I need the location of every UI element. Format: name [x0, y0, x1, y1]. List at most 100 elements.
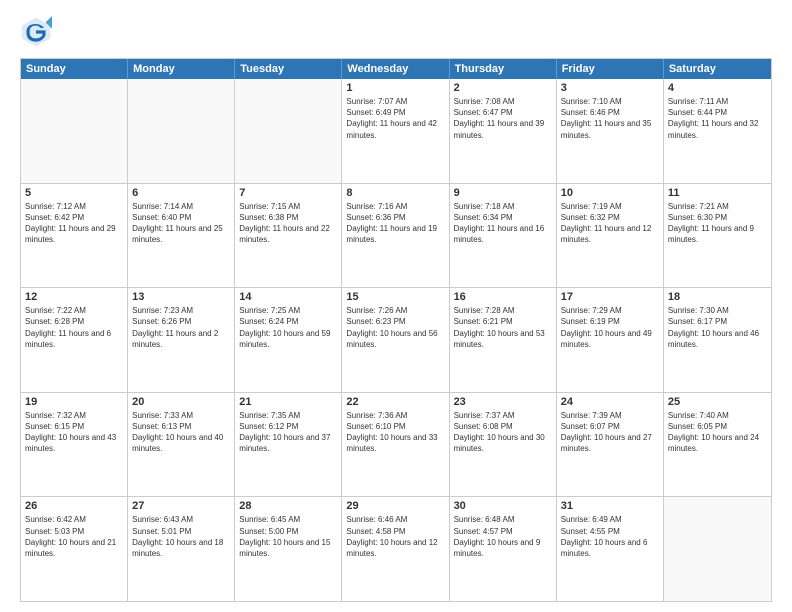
cell-info: Sunrise: 7:14 AMSunset: 6:40 PMDaylight:… — [132, 201, 230, 246]
cell-info: Sunrise: 7:40 AMSunset: 6:05 PMDaylight:… — [668, 410, 767, 455]
day-cell-21: 21Sunrise: 7:35 AMSunset: 6:12 PMDayligh… — [235, 393, 342, 497]
empty-cell — [21, 79, 128, 183]
day-cell-4: 4 Sunrise: 7:11 AMSunset: 6:44 PMDaylight… — [664, 79, 771, 183]
cell-info: Sunrise: 7:10 AMSunset: 6:46 PMDaylight:… — [561, 96, 659, 141]
cell-info: Sunrise: 7:19 AMSunset: 6:32 PMDaylight:… — [561, 201, 659, 246]
day-cell-3: 3 Sunrise: 7:10 AMSunset: 6:46 PMDaylight… — [557, 79, 664, 183]
header-cell-wednesday: Wednesday — [342, 59, 449, 79]
day-cell-31: 31 Sunrise: 6:49 AMSunset: 4:55 PMDayligh… — [557, 497, 664, 601]
day-cell-12: 12 Sunrise: 7:22 AMSunset: 6:28 PMDayligh… — [21, 288, 128, 392]
day-number: 22 — [346, 396, 444, 408]
cell-info: Sunrise: 7:08 AMSunset: 6:47 PMDaylight:… — [454, 96, 552, 141]
day-cell-28: 28Sunrise: 6:45 AMSunset: 5:00 PMDayligh… — [235, 497, 342, 601]
page: SundayMondayTuesdayWednesdayThursdayFrid… — [0, 0, 792, 612]
day-cell-16: 16 Sunrise: 7:28 AMSunset: 6:21 PMDayligh… — [450, 288, 557, 392]
header-cell-sunday: Sunday — [21, 59, 128, 79]
cell-info: Sunrise: 6:46 AMSunset: 4:58 PMDaylight:… — [346, 514, 444, 559]
day-number: 25 — [668, 396, 767, 408]
day-number: 12 — [25, 291, 123, 303]
cell-info: Sunrise: 7:21 AMSunset: 6:30 PMDaylight:… — [668, 201, 767, 246]
header-cell-saturday: Saturday — [664, 59, 771, 79]
calendar-row-2: 12 Sunrise: 7:22 AMSunset: 6:28 PMDayligh… — [21, 287, 771, 392]
header-cell-thursday: Thursday — [450, 59, 557, 79]
day-number: 13 — [132, 291, 230, 303]
day-cell-20: 20 Sunrise: 7:33 AMSunset: 6:13 PMDayligh… — [128, 393, 235, 497]
day-number: 18 — [668, 291, 767, 303]
calendar-row-1: 5 Sunrise: 7:12 AMSunset: 6:42 PMDaylight… — [21, 183, 771, 288]
day-cell-7: 7 Sunrise: 7:15 AMSunset: 6:38 PMDaylight… — [235, 184, 342, 288]
day-cell-25: 25 Sunrise: 7:40 AMSunset: 6:05 PMDayligh… — [664, 393, 771, 497]
cell-info: Sunrise: 7:11 AMSunset: 6:44 PMDaylight:… — [668, 96, 767, 141]
day-number: 10 — [561, 187, 659, 199]
cell-info: Sunrise: 6:48 AMSunset: 4:57 PMDaylight:… — [454, 514, 552, 559]
header-cell-monday: Monday — [128, 59, 235, 79]
day-cell-23: 23Sunrise: 7:37 AMSunset: 6:08 PMDayligh… — [450, 393, 557, 497]
day-number: 5 — [25, 187, 123, 199]
day-number: 29 — [346, 500, 444, 512]
calendar-row-0: 1 Sunrise: 7:07 AMSunset: 6:49 PMDaylight… — [21, 79, 771, 183]
empty-cell — [235, 79, 342, 183]
day-number: 4 — [668, 82, 767, 94]
day-cell-30: 30Sunrise: 6:48 AMSunset: 4:57 PMDayligh… — [450, 497, 557, 601]
day-number: 20 — [132, 396, 230, 408]
cell-info: Sunrise: 6:43 AMSunset: 5:01 PMDaylight:… — [132, 514, 230, 559]
header-cell-friday: Friday — [557, 59, 664, 79]
day-number: 19 — [25, 396, 123, 408]
day-number: 26 — [25, 500, 123, 512]
day-cell-17: 17 Sunrise: 7:29 AMSunset: 6:19 PMDayligh… — [557, 288, 664, 392]
calendar: SundayMondayTuesdayWednesdayThursdayFrid… — [20, 58, 772, 602]
day-cell-22: 22Sunrise: 7:36 AMSunset: 6:10 PMDayligh… — [342, 393, 449, 497]
day-cell-1: 1 Sunrise: 7:07 AMSunset: 6:49 PMDaylight… — [342, 79, 449, 183]
cell-info: Sunrise: 7:22 AMSunset: 6:28 PMDaylight:… — [25, 305, 123, 350]
day-cell-10: 10 Sunrise: 7:19 AMSunset: 6:32 PMDayligh… — [557, 184, 664, 288]
cell-info: Sunrise: 6:49 AMSunset: 4:55 PMDaylight:… — [561, 514, 659, 559]
day-number: 17 — [561, 291, 659, 303]
day-cell-5: 5 Sunrise: 7:12 AMSunset: 6:42 PMDaylight… — [21, 184, 128, 288]
day-number: 16 — [454, 291, 552, 303]
cell-info: Sunrise: 7:32 AMSunset: 6:15 PMDaylight:… — [25, 410, 123, 455]
empty-cell — [664, 497, 771, 601]
day-number: 14 — [239, 291, 337, 303]
calendar-row-4: 26 Sunrise: 6:42 AMSunset: 5:03 PMDayligh… — [21, 496, 771, 601]
cell-info: Sunrise: 7:18 AMSunset: 6:34 PMDaylight:… — [454, 201, 552, 246]
day-cell-14: 14 Sunrise: 7:25 AMSunset: 6:24 PMDayligh… — [235, 288, 342, 392]
cell-info: Sunrise: 7:35 AMSunset: 6:12 PMDaylight:… — [239, 410, 337, 455]
day-cell-27: 27 Sunrise: 6:43 AMSunset: 5:01 PMDayligh… — [128, 497, 235, 601]
cell-info: Sunrise: 7:28 AMSunset: 6:21 PMDaylight:… — [454, 305, 552, 350]
cell-info: Sunrise: 7:07 AMSunset: 6:49 PMDaylight:… — [346, 96, 444, 141]
day-number: 23 — [454, 396, 552, 408]
day-cell-2: 2Sunrise: 7:08 AMSunset: 6:47 PMDaylight… — [450, 79, 557, 183]
cell-info: Sunrise: 7:16 AMSunset: 6:36 PMDaylight:… — [346, 201, 444, 246]
day-number: 9 — [454, 187, 552, 199]
day-cell-18: 18Sunrise: 7:30 AMSunset: 6:17 PMDayligh… — [664, 288, 771, 392]
day-number: 6 — [132, 187, 230, 199]
cell-info: Sunrise: 7:33 AMSunset: 6:13 PMDaylight:… — [132, 410, 230, 455]
cell-info: Sunrise: 7:12 AMSunset: 6:42 PMDaylight:… — [25, 201, 123, 246]
day-cell-13: 13 Sunrise: 7:23 AMSunset: 6:26 PMDayligh… — [128, 288, 235, 392]
cell-info: Sunrise: 6:42 AMSunset: 5:03 PMDaylight:… — [25, 514, 123, 559]
header-cell-tuesday: Tuesday — [235, 59, 342, 79]
cell-info: Sunrise: 7:29 AMSunset: 6:19 PMDaylight:… — [561, 305, 659, 350]
day-number: 24 — [561, 396, 659, 408]
day-cell-9: 9 Sunrise: 7:18 AMSunset: 6:34 PMDaylight… — [450, 184, 557, 288]
cell-info: Sunrise: 6:45 AMSunset: 5:00 PMDaylight:… — [239, 514, 337, 559]
day-cell-29: 29 Sunrise: 6:46 AMSunset: 4:58 PMDayligh… — [342, 497, 449, 601]
day-number: 1 — [346, 82, 444, 94]
cell-info: Sunrise: 7:23 AMSunset: 6:26 PMDaylight:… — [132, 305, 230, 350]
cell-info: Sunrise: 7:15 AMSunset: 6:38 PMDaylight:… — [239, 201, 337, 246]
logo — [20, 16, 58, 48]
calendar-body: 1 Sunrise: 7:07 AMSunset: 6:49 PMDaylight… — [21, 79, 771, 601]
day-number: 3 — [561, 82, 659, 94]
day-number: 27 — [132, 500, 230, 512]
day-cell-26: 26 Sunrise: 6:42 AMSunset: 5:03 PMDayligh… — [21, 497, 128, 601]
cell-info: Sunrise: 7:26 AMSunset: 6:23 PMDaylight:… — [346, 305, 444, 350]
day-number: 7 — [239, 187, 337, 199]
cell-info: Sunrise: 7:39 AMSunset: 6:07 PMDaylight:… — [561, 410, 659, 455]
day-number: 11 — [668, 187, 767, 199]
day-number: 31 — [561, 500, 659, 512]
cell-info: Sunrise: 7:25 AMSunset: 6:24 PMDaylight:… — [239, 305, 337, 350]
day-cell-11: 11 Sunrise: 7:21 AMSunset: 6:30 PMDayligh… — [664, 184, 771, 288]
logo-icon — [20, 16, 52, 48]
day-cell-24: 24 Sunrise: 7:39 AMSunset: 6:07 PMDayligh… — [557, 393, 664, 497]
calendar-header: SundayMondayTuesdayWednesdayThursdayFrid… — [21, 59, 771, 79]
